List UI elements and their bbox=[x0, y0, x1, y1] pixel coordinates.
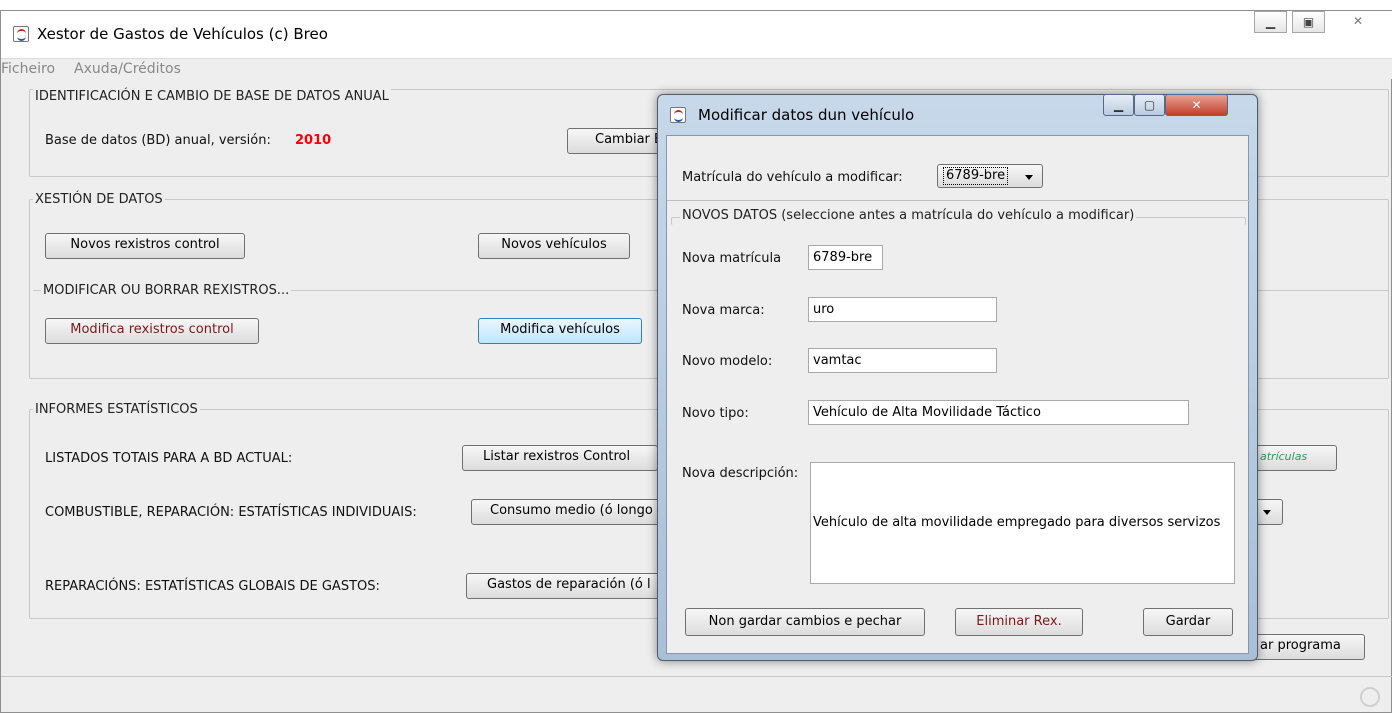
close-button[interactable]: ✕ bbox=[1330, 11, 1386, 33]
modify-section-title: MODIFICAR OU BORRAR REXISTROS... bbox=[41, 283, 292, 298]
exit-program-button[interactable]: ar programa bbox=[1251, 634, 1365, 660]
list-plates-button[interactable]: atrículas bbox=[1251, 445, 1337, 471]
main-titlebar[interactable]: Xestor de Gastos de Vehículos (c) Breo ▁… bbox=[1, 11, 1392, 59]
java-app-icon bbox=[13, 26, 29, 42]
window-title: Xestor de Gastos de Vehículos (c) Breo bbox=[37, 25, 328, 43]
minimize-icon: ▁ bbox=[1265, 15, 1276, 29]
dialog-java-icon bbox=[670, 107, 686, 123]
busy-indicator-icon bbox=[1360, 687, 1380, 707]
maximize-icon: ▢ bbox=[1143, 98, 1156, 112]
list-control-button[interactable]: Listar rexistros Control bbox=[462, 445, 658, 471]
modify-vehicles-button[interactable]: Modifica vehículos bbox=[478, 318, 642, 344]
minimize-button[interactable]: ▁ bbox=[1254, 11, 1287, 33]
repairs-label: REPARACIÓNS: ESTATÍSTICAS GLOBAIS DE GAS… bbox=[45, 579, 380, 594]
minimize-icon: ▁ bbox=[1113, 98, 1124, 112]
chevron-down-icon bbox=[1025, 175, 1033, 180]
dialog-close-button[interactable]: ✕ bbox=[1165, 94, 1228, 116]
new-description-textarea[interactable]: Vehículo de alta movilidade empregado pa… bbox=[810, 462, 1235, 584]
new-plate-input[interactable]: 6789-bre bbox=[808, 245, 883, 270]
new-model-label: Novo modelo: bbox=[682, 354, 773, 369]
fuel-consumption-button[interactable]: Consumo medio (ó longo bbox=[471, 499, 661, 525]
fuel-stats-label: COMBUSTIBLE, REPARACIÓN: ESTATÍSTICAS IN… bbox=[45, 505, 417, 520]
modify-records-button[interactable]: Modifica rexistros control bbox=[45, 318, 259, 344]
delete-record-button[interactable]: Eliminar Rex. bbox=[955, 608, 1083, 636]
new-plate-label: Nova matrícula bbox=[682, 251, 782, 266]
header-divider bbox=[667, 200, 1250, 201]
maximize-icon: ▣ bbox=[1302, 15, 1315, 29]
repair-costs-button[interactable]: Gastos de reparación (ó l bbox=[466, 573, 661, 599]
menubar: Ficheiro Axuda/Créditos bbox=[1, 59, 1392, 79]
close-icon: ✕ bbox=[1191, 98, 1202, 112]
close-icon: ✕ bbox=[1352, 14, 1364, 28]
db-version-year: 2010 bbox=[295, 133, 332, 148]
cancel-close-button[interactable]: Non gardar cambios e pechar bbox=[685, 608, 925, 636]
data-section-title: XESTIÓN DE DATOS bbox=[33, 192, 165, 207]
new-brand-label: Nova marca: bbox=[682, 303, 765, 318]
menu-help[interactable]: Axuda/Créditos bbox=[74, 61, 181, 77]
db-section-title: IDENTIFICACIÓN E CAMBIO DE BASE DE DATOS… bbox=[33, 89, 391, 104]
dialog-minimize-button[interactable]: ▁ bbox=[1103, 94, 1134, 116]
menu-file[interactable]: Ficheiro bbox=[1, 61, 55, 77]
status-divider bbox=[1, 676, 1392, 677]
maximize-button[interactable]: ▣ bbox=[1292, 11, 1325, 33]
new-data-title: NOVOS DATOS (seleccione antes a matrícul… bbox=[680, 208, 1137, 223]
new-type-input[interactable]: Vehículo de Alta Movilidade Táctico bbox=[808, 400, 1189, 425]
new-vehicles-button[interactable]: Novos vehículos bbox=[478, 233, 630, 259]
new-brand-input[interactable]: uro bbox=[808, 297, 997, 322]
dialog-title: Modificar datos dun vehículo bbox=[698, 106, 915, 124]
chevron-down-icon bbox=[1263, 510, 1271, 515]
new-model-input[interactable]: vamtac bbox=[808, 348, 997, 373]
new-type-label: Novo tipo: bbox=[682, 406, 749, 421]
new-description-label: Nova descripción: bbox=[682, 466, 799, 481]
plate-select-label: Matrícula do vehículo a modificar: bbox=[682, 170, 903, 185]
save-button[interactable]: Gardar bbox=[1143, 608, 1233, 636]
new-records-button[interactable]: Novos rexistros control bbox=[45, 233, 245, 259]
db-version-label: Base de datos (BD) anual, versión: bbox=[45, 133, 271, 148]
dialog-body: Matrícula do vehículo a modificar: 6789-… bbox=[666, 135, 1250, 654]
totals-label: LISTADOS TOTAIS PARA A BD ACTUAL: bbox=[45, 451, 293, 466]
plate-select-value: 6789-bre bbox=[943, 167, 1009, 185]
dialog-maximize-button[interactable]: ▢ bbox=[1134, 94, 1165, 116]
change-db-button[interactable]: Cambiar BD bbox=[567, 128, 663, 154]
plate-select[interactable]: 6789-bre bbox=[937, 164, 1043, 188]
reports-section-title: INFORMES ESTATÍSTICOS bbox=[33, 402, 200, 417]
modify-vehicle-dialog: Modificar datos dun vehículo ▁ ▢ ✕ Matrí… bbox=[657, 94, 1258, 661]
